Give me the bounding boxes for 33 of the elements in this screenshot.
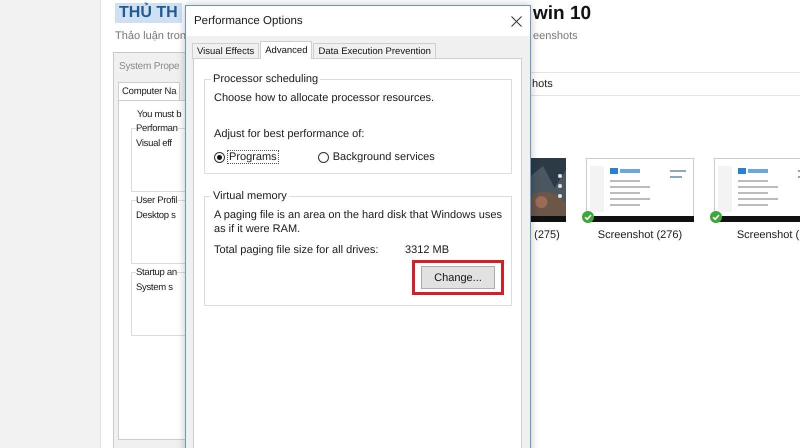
dialog-title: Performance Options [194, 15, 303, 27]
group-title: Processor scheduling [212, 73, 320, 85]
tab[interactable]: Computer Na [118, 82, 180, 100]
tab[interactable]: Visual Effects [192, 43, 260, 59]
radio-button[interactable] [318, 152, 329, 162]
heading-text: win 10 [533, 3, 592, 25]
heading-tag: THỦ TH [115, 3, 182, 23]
prompt-text: Adjust for best performance of: [214, 127, 366, 141]
subtitle-text: eenshots [533, 30, 578, 42]
description-text: Choose how to allocate processor resources. [214, 91, 436, 105]
group-label: Performan [136, 123, 178, 134]
file-name[interactable]: Screenshot (276) [598, 229, 682, 241]
tab[interactable]: Data Execution Prevention [313, 43, 436, 59]
radio-option[interactable]: Programs [214, 151, 278, 163]
radio-option[interactable]: Background services [318, 151, 436, 163]
tab[interactable]: Advanced [260, 41, 312, 59]
address-text[interactable]: hots [530, 78, 553, 90]
group-text: Visual eff [136, 138, 172, 149]
note-text: You must b [137, 109, 182, 120]
file-name[interactable]: (275) [534, 229, 560, 241]
window-title: System Prope [119, 61, 180, 72]
group-text: Desktop s [136, 210, 176, 221]
change-button[interactable]: Change... [421, 266, 495, 289]
file-name[interactable]: Screenshot ( [736, 229, 800, 241]
close-icon[interactable] [511, 16, 522, 26]
description-text: A paging file is an area on the hard disk that Windows uses as if it were RAM. [214, 208, 503, 236]
total-value: 3312 MB [405, 244, 450, 256]
radio-button[interactable] [214, 152, 225, 162]
group-text: System s [136, 282, 173, 293]
group-label: User Profil [136, 195, 178, 206]
group-title: Virtual memory [212, 190, 288, 202]
group-label: Startup an [136, 267, 177, 278]
total-label: Total paging file size for all drives: [214, 244, 380, 256]
